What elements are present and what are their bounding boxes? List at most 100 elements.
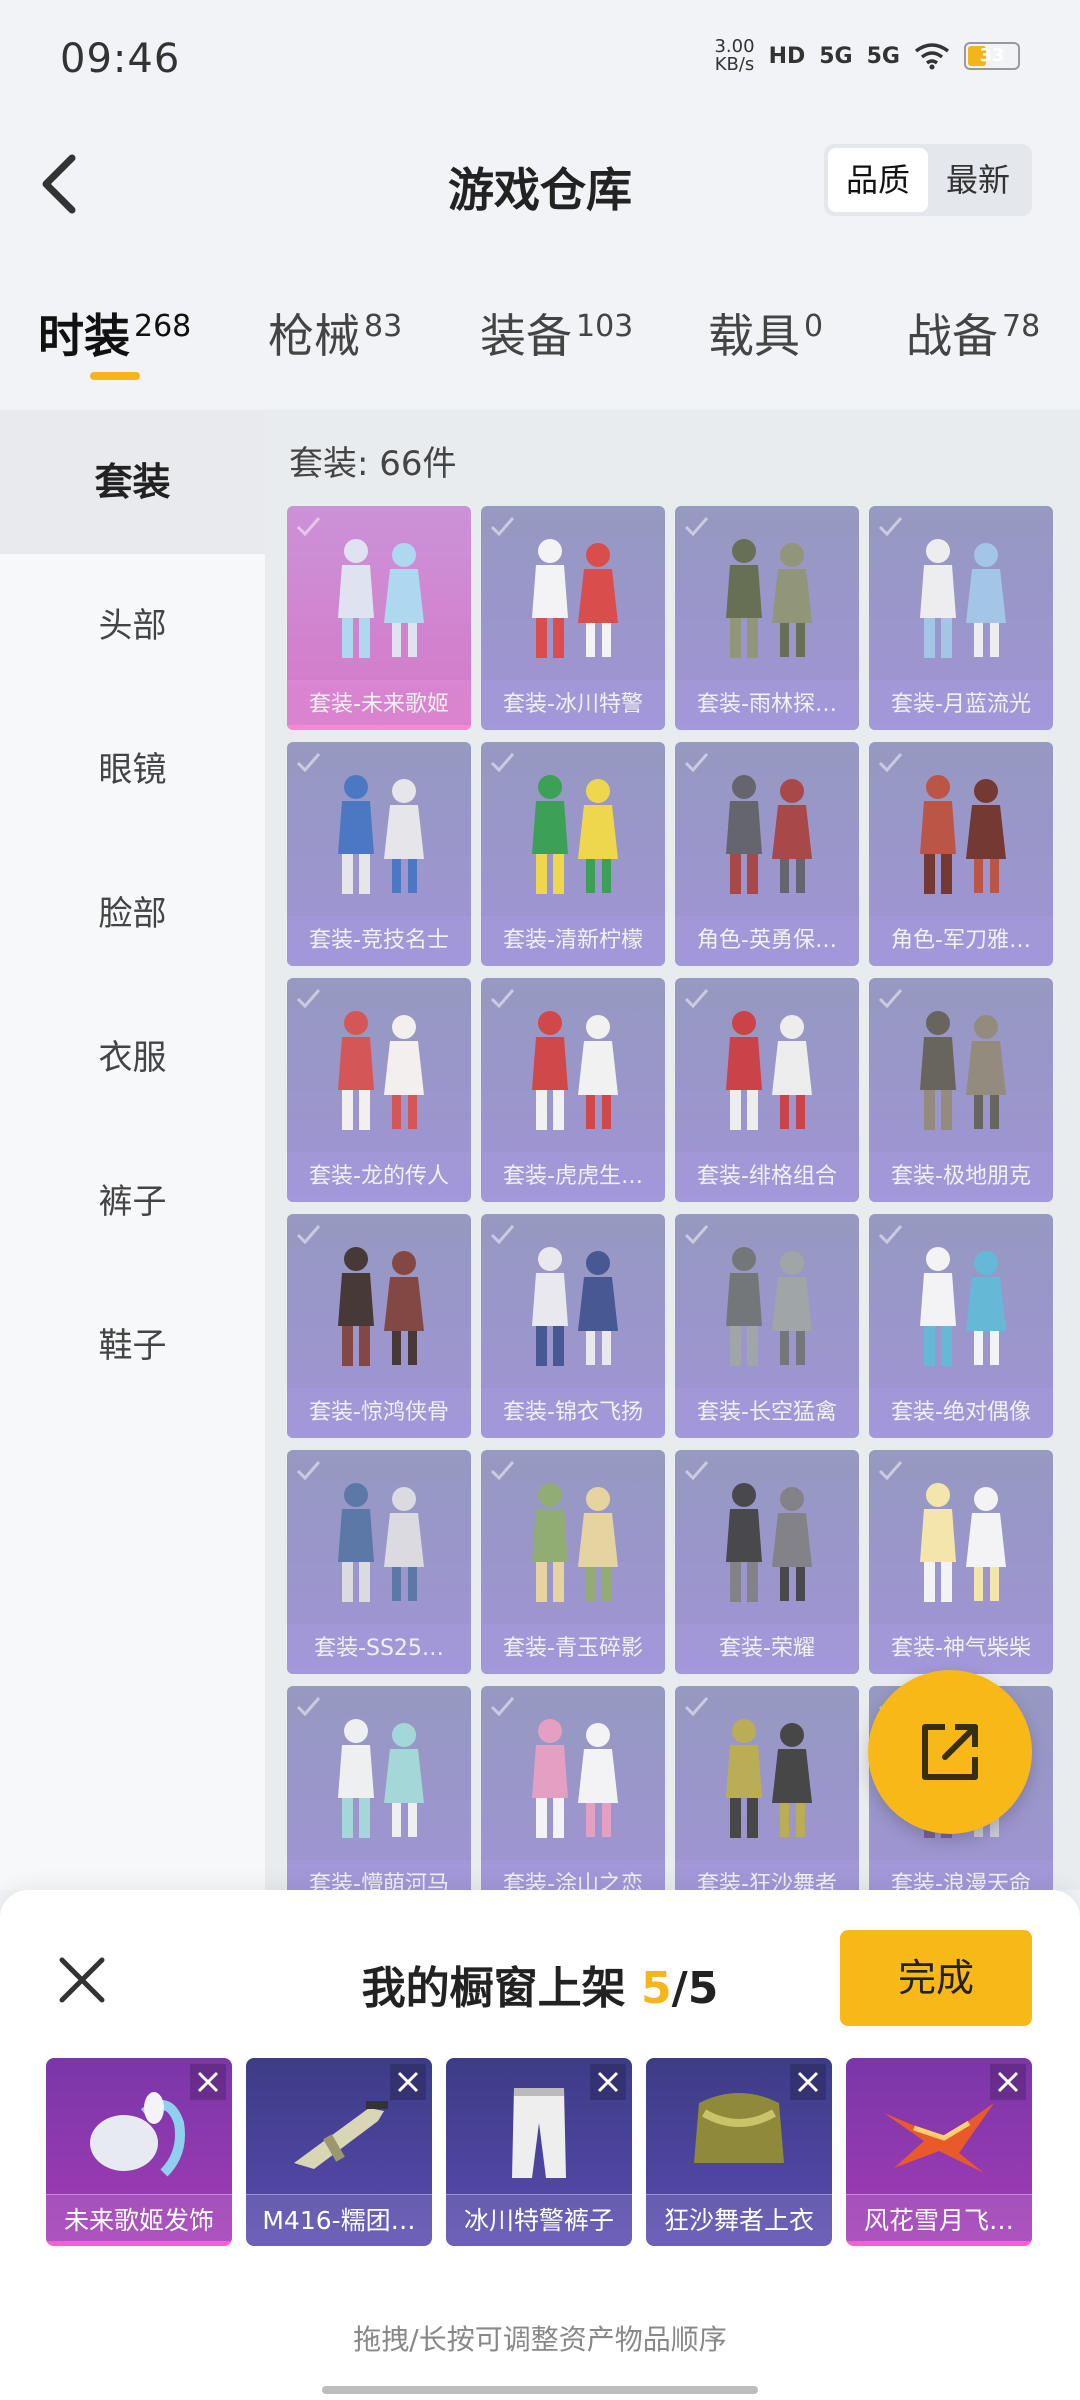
outfit-thumbnail xyxy=(675,1698,859,1858)
battery-level: 33 xyxy=(979,45,1005,66)
shelf-item-label: 风花雪月飞… xyxy=(846,2194,1032,2246)
app-header: 游戏仓库 品质 最新 xyxy=(0,120,1080,240)
sidebar-item-set[interactable]: 套装 xyxy=(0,410,265,554)
item-card[interactable]: 套装-狂沙舞者 xyxy=(675,1686,859,1890)
shelf-item-headwear[interactable]: 未来歌姬发饰 xyxy=(46,2058,232,2246)
outfit-thumbnail xyxy=(287,1226,471,1386)
item-card[interactable]: 套装-长空猛禽 xyxy=(675,1214,859,1438)
tab-firearms[interactable]: 枪械 83 xyxy=(268,300,402,366)
sidebar-item-clothes[interactable]: 衣服 xyxy=(0,986,265,1130)
shelf-item-label: 未来歌姬发饰 xyxy=(46,2194,232,2246)
item-card-label: 套装-锦衣飞扬 xyxy=(481,1388,665,1438)
showcase-shelf: 未来歌姬发饰 M416-糯团… 冰川特警裤子 狂沙舞者上衣 风花雪月飞… xyxy=(46,2058,1036,2248)
item-card-label: 套装-荣耀 xyxy=(675,1624,859,1674)
item-card[interactable]: 套装-懵萌河马 xyxy=(287,1686,471,1890)
item-card-label: 角色-军刀雅… xyxy=(869,916,1053,966)
tab-firearms-count: 83 xyxy=(364,308,403,344)
reorder-hint: 拖拽/长按可调整资产物品顺序 xyxy=(353,2323,727,2356)
item-card[interactable]: 套装-虎虎生… xyxy=(481,978,665,1202)
item-card-label: 套装-未来歌姬 xyxy=(287,680,471,730)
sort-toggle: 品质 最新 xyxy=(824,144,1032,216)
outfit-thumbnail xyxy=(675,754,859,914)
item-card[interactable]: 套装-绯格组合 xyxy=(675,978,859,1202)
item-card[interactable]: 套装-竞技名士 xyxy=(287,742,471,966)
showcase-count-max: /5 xyxy=(671,1963,719,2014)
item-card[interactable]: 套装-涂山之恋 xyxy=(481,1686,665,1890)
item-card[interactable]: 套装-极地朋克 xyxy=(869,978,1053,1202)
outfit-thumbnail xyxy=(287,990,471,1150)
item-card-label: 套装-SS25… xyxy=(287,1624,471,1674)
item-card-label: 套装-神气柴柴 xyxy=(869,1624,1053,1674)
item-card[interactable]: 套装-冰川特警 xyxy=(481,506,665,730)
network-speed: 3.00 KB/s xyxy=(714,38,754,74)
tab-vehicles[interactable]: 载具 0 xyxy=(708,300,823,366)
sidebar-item-pants[interactable]: 裤子 xyxy=(0,1130,265,1274)
item-card[interactable]: 套装-月蓝流光 xyxy=(869,506,1053,730)
item-card-label: 套装-冰川特警 xyxy=(481,680,665,730)
shelf-item-rifle[interactable]: M416-糯团… xyxy=(246,2058,432,2246)
share-button[interactable] xyxy=(868,1670,1032,1834)
item-card[interactable]: 套装-青玉碎影 xyxy=(481,1450,665,1674)
tab-firearms-label: 枪械 xyxy=(268,309,360,363)
pants-thumbnail xyxy=(446,2078,632,2188)
tab-gear[interactable]: 战备 78 xyxy=(906,300,1040,366)
item-card[interactable]: 套装-锦衣飞扬 xyxy=(481,1214,665,1438)
sidebar-item-shoes[interactable]: 鞋子 xyxy=(0,1274,265,1418)
outfit-thumbnail xyxy=(287,1698,471,1858)
sidebar-item-glasses[interactable]: 眼镜 xyxy=(0,698,265,842)
status-time: 09:46 xyxy=(60,36,181,82)
item-card-label: 套装-月蓝流光 xyxy=(869,680,1053,730)
hd-icon: HD xyxy=(768,43,806,69)
item-card[interactable]: 套装-神气柴柴 xyxy=(869,1450,1053,1674)
item-card[interactable]: 套装-雨林探… xyxy=(675,506,859,730)
showcase-sheet: 我的橱窗上架 5/5 完成 未来歌姬发饰 M416-糯团… 冰川特警裤子 狂沙舞… xyxy=(0,1890,1080,2400)
item-card-label: 套装-绯格组合 xyxy=(675,1152,859,1202)
outfit-thumbnail xyxy=(869,990,1053,1150)
item-card-label: 套装-青玉碎影 xyxy=(481,1624,665,1674)
item-card[interactable]: 套装-惊鸿侠骨 xyxy=(287,1214,471,1438)
outfit-thumbnail xyxy=(481,1462,665,1622)
item-card[interactable]: 套装-绝对偶像 xyxy=(869,1214,1053,1438)
top-thumbnail xyxy=(646,2078,832,2188)
subcategory-sidebar: 套装 头部 眼镜 脸部 衣服 裤子 鞋子 xyxy=(0,410,265,1890)
tab-equipment[interactable]: 装备 103 xyxy=(480,300,633,366)
wifi-icon xyxy=(914,43,950,70)
shelf-item-top[interactable]: 狂沙舞者上衣 xyxy=(646,2058,832,2246)
item-card-label: 套装-绝对偶像 xyxy=(869,1388,1053,1438)
shelf-item-aircraft[interactable]: 风花雪月飞… xyxy=(846,2058,1032,2246)
home-indicator[interactable] xyxy=(322,2386,758,2394)
done-button[interactable]: 完成 xyxy=(840,1930,1032,2026)
item-card-label: 套装-狂沙舞者 xyxy=(675,1860,859,1890)
tab-gear-label: 战备 xyxy=(906,309,998,363)
active-tab-indicator xyxy=(90,372,140,380)
sidebar-item-head[interactable]: 头部 xyxy=(0,554,265,698)
shelf-item-pants[interactable]: 冰川特警裤子 xyxy=(446,2058,632,2246)
sort-quality-button[interactable]: 品质 xyxy=(828,148,928,212)
item-card[interactable]: 套装-SS25… xyxy=(287,1450,471,1674)
item-card[interactable]: 角色-军刀雅… xyxy=(869,742,1053,966)
outfit-thumbnail xyxy=(869,754,1053,914)
tab-fashion-count: 268 xyxy=(134,308,192,344)
shelf-item-label: 狂沙舞者上衣 xyxy=(646,2194,832,2246)
tab-fashion[interactable]: 时装 268 xyxy=(38,300,191,366)
tab-equipment-count: 103 xyxy=(576,308,634,344)
item-card-label: 角色-英勇保… xyxy=(675,916,859,966)
outfit-thumbnail xyxy=(869,1226,1053,1386)
item-card-label: 套装-竞技名士 xyxy=(287,916,471,966)
outfit-thumbnail xyxy=(869,518,1053,678)
rifle-thumbnail xyxy=(246,2078,432,2188)
outfit-thumbnail xyxy=(481,1698,665,1858)
hair-accessory-thumbnail xyxy=(46,2078,232,2188)
showcase-title-text: 我的橱窗上架 xyxy=(361,1963,626,2014)
item-card[interactable]: 套装-清新柠檬 xyxy=(481,742,665,966)
sidebar-item-face[interactable]: 脸部 xyxy=(0,842,265,986)
item-card[interactable]: 套装-未来歌姬 xyxy=(287,506,471,730)
sort-newest-button[interactable]: 最新 xyxy=(928,148,1028,212)
item-card[interactable]: 套装-龙的传人 xyxy=(287,978,471,1202)
item-card[interactable]: 套装-荣耀 xyxy=(675,1450,859,1674)
signal-5g-1-icon: 5G xyxy=(819,43,853,69)
item-card[interactable]: 角色-英勇保… xyxy=(675,742,859,966)
outfit-thumbnail xyxy=(287,1462,471,1622)
outfit-thumbnail xyxy=(869,1462,1053,1622)
item-card-label: 套装-极地朋克 xyxy=(869,1152,1053,1202)
